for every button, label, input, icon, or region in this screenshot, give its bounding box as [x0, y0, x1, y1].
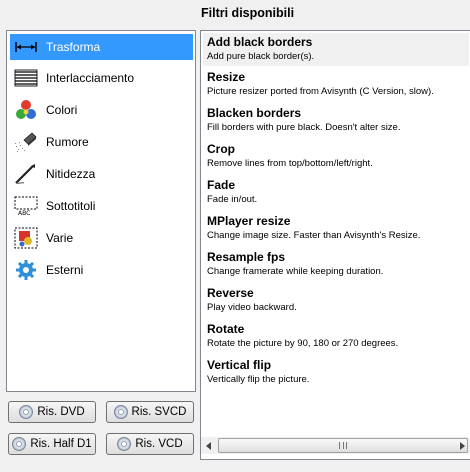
transform-icon — [13, 35, 39, 59]
filter-description: Change image size. Faster than Avisynth'… — [207, 230, 421, 241]
svcd-resolution-button[interactable]: Ris. SVCD — [106, 401, 194, 423]
filter-name: Blacken borders — [207, 106, 302, 120]
filter-item-fade[interactable]: Fade Fade in/out. — [203, 176, 469, 210]
category-label: Colori — [46, 103, 78, 117]
category-label: Varie — [46, 231, 74, 245]
vcd-resolution-button[interactable]: Ris. VCD — [106, 433, 194, 455]
disc-icon — [12, 437, 27, 451]
category-item-nitidezza[interactable]: Nitidezza — [10, 161, 193, 187]
filter-name: Resize — [207, 70, 246, 84]
disc-icon — [117, 437, 132, 451]
panel-title: Filtri disponibili — [201, 6, 295, 20]
filter-item-mplayer-resize[interactable]: MPlayer resize Change image size. Faster… — [203, 212, 469, 246]
scrollbar-thumb[interactable] — [218, 438, 468, 453]
filter-description: Fade in/out. — [207, 194, 258, 205]
filter-name: Fade — [207, 178, 236, 192]
button-label: Ris. VCD — [135, 438, 183, 450]
interlace-icon — [13, 66, 39, 90]
scroll-right-arrow-icon[interactable] — [454, 437, 470, 454]
category-item-rumore[interactable]: Rumore — [10, 129, 193, 155]
filter-description: Add pure black border(s). — [207, 51, 315, 62]
filter-name: MPlayer resize — [207, 214, 291, 228]
filter-name: Vertical flip — [207, 358, 272, 372]
category-item-trasforma[interactable]: Trasforma — [10, 34, 193, 60]
filter-item-vertical-flip[interactable]: Vertical flip Vertically flip the pictur… — [203, 356, 469, 390]
filter-description: Vertically flip the picture. — [207, 374, 310, 385]
filter-name: Reverse — [207, 286, 254, 300]
button-label: Ris. SVCD — [131, 406, 187, 418]
category-label: Rumore — [46, 135, 89, 149]
button-label: Ris. DVD — [37, 406, 85, 418]
filter-name: Rotate — [207, 322, 245, 336]
category-label: Interlacciamento — [46, 71, 135, 85]
dvd-resolution-button[interactable]: Ris. DVD — [8, 401, 96, 423]
category-item-colori[interactable]: Colori — [10, 97, 193, 123]
category-item-sottotitoli[interactable]: ABC Sottotitoli — [10, 193, 193, 219]
category-item-esterni[interactable]: Esterni — [10, 257, 193, 283]
sharpness-icon — [13, 162, 39, 186]
filter-description: Picture resizer ported from Avisynth (C … — [207, 86, 434, 97]
filter-list[interactable]: Add black borders Add pure black border(… — [200, 30, 470, 460]
filter-name: Resample fps — [207, 250, 286, 264]
noise-icon — [13, 130, 39, 154]
filter-description: Rotate the picture by 90, 180 or 270 deg… — [207, 338, 399, 349]
filter-item-crop[interactable]: Crop Remove lines from top/bottom/left/r… — [203, 140, 469, 174]
colors-icon — [13, 98, 39, 122]
filter-item-add-black-borders[interactable]: Add black borders Add pure black border(… — [203, 33, 469, 66]
external-gear-icon — [13, 258, 39, 282]
category-label: Nitidezza — [46, 167, 96, 181]
filter-description: Change framerate while keeping duration. — [207, 266, 384, 277]
filter-description: Remove lines from top/bottom/left/right. — [207, 158, 373, 169]
filter-item-resize[interactable]: Resize Picture resizer ported from Avisy… — [203, 68, 469, 102]
disc-icon — [113, 405, 128, 419]
filter-name: Add black borders — [207, 35, 313, 49]
svg-text:ABC: ABC — [18, 210, 30, 217]
grip-icon — [339, 442, 347, 449]
filter-item-rotate[interactable]: Rotate Rotate the picture by 90, 180 or … — [203, 320, 469, 354]
filter-item-blacken-borders[interactable]: Blacken borders Fill borders with pure b… — [203, 104, 469, 138]
misc-icon — [13, 226, 39, 250]
subtitles-icon: ABC — [13, 194, 39, 218]
half-d1-resolution-button[interactable]: Ris. Half D1 — [8, 433, 96, 455]
filter-item-resample-fps[interactable]: Resample fps Change framerate while keep… — [203, 248, 469, 282]
button-label: Ris. Half D1 — [30, 438, 92, 450]
category-list[interactable]: Trasforma Interlacciamento Colori Rumore… — [6, 30, 196, 392]
category-item-varie[interactable]: Varie — [10, 225, 193, 251]
category-item-interlacciamento[interactable]: Interlacciamento — [10, 65, 193, 91]
filter-name: Crop — [207, 142, 235, 156]
scroll-left-arrow-icon[interactable] — [201, 437, 217, 454]
disc-icon — [19, 405, 34, 419]
filter-description: Fill borders with pure black. Doesn't al… — [207, 122, 401, 133]
category-label: Sottotitoli — [46, 199, 96, 213]
category-label: Esterni — [46, 263, 84, 277]
filter-description: Play video backward. — [207, 302, 297, 313]
horizontal-scrollbar[interactable] — [200, 437, 470, 454]
category-label: Trasforma — [46, 40, 101, 54]
filter-item-reverse[interactable]: Reverse Play video backward. — [203, 284, 469, 318]
